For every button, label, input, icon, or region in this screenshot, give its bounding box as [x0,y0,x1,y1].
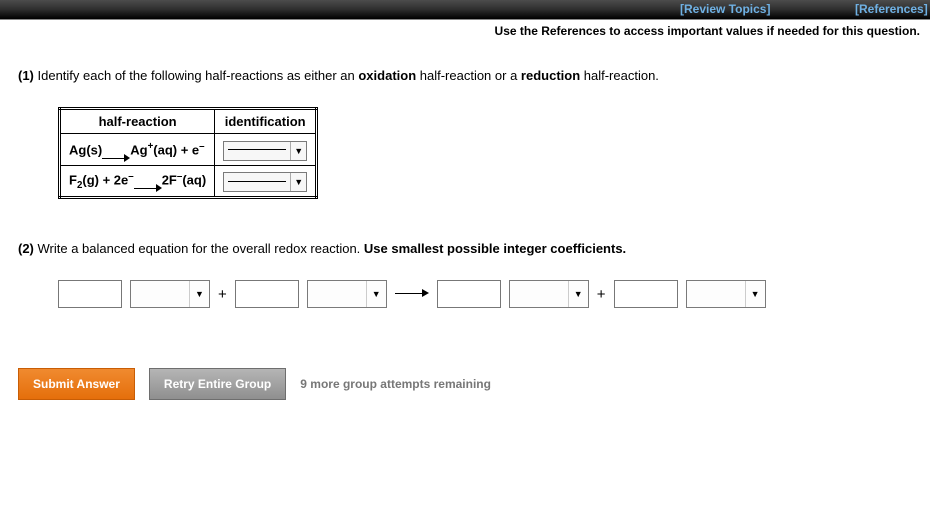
submit-answer-button[interactable]: Submit Answer [18,368,135,400]
half-reaction-2: F2(g) + 2e–2F–(aq) [60,165,215,198]
q1-bold-oxidation: oxidation [358,68,416,83]
q1-text-a: Identify each of the following half-reac… [34,68,358,83]
question-content: (1) Identify each of the following half-… [0,38,930,420]
q1-bold-reduction: reduction [521,68,580,83]
coefficient-input-4[interactable] [614,280,678,308]
species-select-2[interactable]: ▼ [307,280,387,308]
r1-left: Ag(s) [69,142,102,157]
reaction-arrow-icon [395,288,429,300]
r2-mid: (g) + 2e [82,172,128,187]
table-header-row: half-reaction identification [60,109,317,134]
chevron-down-icon: ▼ [366,281,386,307]
header-identification: identification [215,109,317,134]
identification-select-2[interactable]: ▼ [223,172,307,192]
q1-number: (1) [18,68,34,83]
q1-text-b: half-reaction or a [416,68,521,83]
coefficient-input-1[interactable] [58,280,122,308]
r2-sup1: – [128,171,133,182]
q1-text-c: half-reaction. [580,68,659,83]
chevron-down-icon: ▼ [290,142,306,160]
references-link[interactable]: [References] [855,2,928,16]
review-topics-link[interactable]: [Review Topics] [680,2,770,16]
q2-text: Write a balanced equation for the overal… [34,241,364,256]
top-toolbar: [Review Topics] [References] [0,0,930,20]
table-row: Ag(s)Ag+(aq) + e– ▼ [60,134,317,166]
r2-lp: F [69,172,77,187]
species-select-1[interactable]: ▼ [130,280,210,308]
identification-select-1[interactable]: ▼ [223,141,307,161]
identification-cell-1: ▼ [215,134,317,166]
reference-hint: Use the References to access important v… [0,20,930,38]
table-row: F2(g) + 2e–2F–(aq) ▼ [60,165,317,198]
r2-post: (aq) [182,172,206,187]
r1-post: (aq) + e [153,142,199,157]
r1-supe: – [199,141,204,152]
species-select-4[interactable]: ▼ [686,280,766,308]
q2-number: (2) [18,241,34,256]
coefficient-input-2[interactable] [235,280,299,308]
chevron-down-icon: ▼ [568,281,588,307]
retry-group-button[interactable]: Retry Entire Group [149,368,286,400]
plus-sign: + [218,286,227,303]
attempts-remaining: 9 more group attempts remaining [300,377,491,391]
species-select-3[interactable]: ▼ [509,280,589,308]
identification-cell-2: ▼ [215,165,317,198]
action-button-row: Submit Answer Retry Entire Group 9 more … [18,368,912,400]
chevron-down-icon: ▼ [189,281,209,307]
equation-row: ▼ + ▼ ▼ + ▼ [58,280,912,308]
plus-sign: + [597,286,606,303]
q2-bold: Use smallest possible integer coefficien… [364,241,626,256]
question-2-prompt: (2) Write a balanced equation for the ov… [18,241,912,256]
chevron-down-icon: ▼ [290,173,306,191]
r2-rp: 2F [162,172,177,187]
coefficient-input-3[interactable] [437,280,501,308]
half-reaction-table: half-reaction identification Ag(s)Ag+(aq… [58,107,318,199]
r1-rp: Ag [130,142,147,157]
chevron-down-icon: ▼ [745,281,765,307]
header-half-reaction: half-reaction [60,109,215,134]
question-1-prompt: (1) Identify each of the following half-… [18,68,912,83]
half-reaction-1: Ag(s)Ag+(aq) + e– [60,134,215,166]
